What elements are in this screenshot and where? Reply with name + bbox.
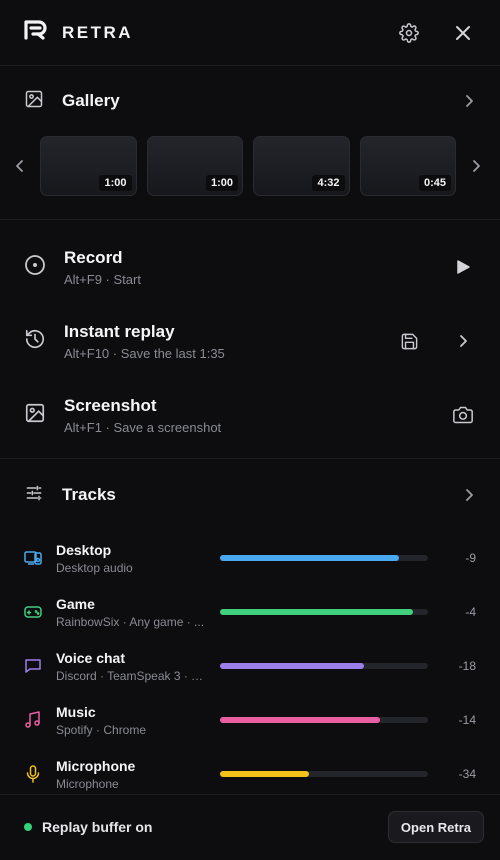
retra-panel: RETRA Gallery 1:00 1:00 4:32 0:45 Record… xyxy=(0,0,500,860)
track-row[interactable]: Music Spotify · Chrome -14 xyxy=(0,693,500,747)
track-row[interactable]: Microphone Microphone -34 xyxy=(0,747,500,801)
footer: Replay buffer on Open Retra xyxy=(0,795,500,859)
app-name: RETRA xyxy=(62,22,134,42)
volume-value: -34 xyxy=(458,767,476,781)
status-indicator xyxy=(24,823,32,831)
save-icon[interactable] xyxy=(396,328,422,354)
open-retra-button[interactable]: Open Retra xyxy=(387,811,484,843)
track-sources: Microphone xyxy=(56,776,119,791)
play-icon[interactable] xyxy=(450,254,476,280)
track-sources: Desktop audio xyxy=(56,560,133,575)
track-name: Voice chat xyxy=(56,649,125,666)
record-subtitle: Alt+F9 · Start xyxy=(64,271,141,287)
volume-level xyxy=(220,555,399,561)
chevron-right-icon[interactable] xyxy=(462,94,476,108)
gallery-clip-thumbnail[interactable]: 4:32 xyxy=(253,136,350,196)
gallery-clip-thumbnail[interactable]: 0:45 xyxy=(359,136,456,196)
instant-replay-title: Instant replay xyxy=(64,321,175,341)
chevron-right-icon[interactable] xyxy=(462,488,476,502)
track-sources: RainbowSix · Any game · ... xyxy=(56,614,205,629)
gallery-clip-thumbnail[interactable]: 1:00 xyxy=(146,136,243,196)
camera-icon[interactable] xyxy=(450,402,476,428)
close-icon[interactable] xyxy=(450,20,476,46)
gallery-title: Gallery xyxy=(62,91,120,110)
volume-level xyxy=(220,663,364,669)
volume-slider[interactable] xyxy=(220,717,428,723)
gallery-header[interactable]: Gallery xyxy=(0,66,500,136)
clip-duration: 1:00 xyxy=(205,175,238,191)
volume-value: -9 xyxy=(465,551,476,565)
volume-level xyxy=(220,771,310,777)
clip-duration: 1:00 xyxy=(99,175,132,191)
track-name: Game xyxy=(56,595,95,612)
gallery-section: Gallery 1:00 1:00 4:32 0:45 xyxy=(0,66,500,220)
chat-icon xyxy=(24,658,42,674)
gallery-prev-button[interactable] xyxy=(0,136,40,196)
gallery-clip-thumbnail[interactable]: 1:00 xyxy=(40,136,137,196)
tracks-section: Tracks Desktop Desktop audio -9 Game Rai… xyxy=(0,459,500,795)
microphone-icon xyxy=(24,765,42,783)
screenshot-subtitle: Alt+F1 · Save a screenshot xyxy=(64,419,222,435)
tracks-header[interactable]: Tracks xyxy=(0,459,500,531)
record-title: Record xyxy=(64,247,123,267)
logo: RETRA xyxy=(24,20,133,45)
track-name: Music xyxy=(56,703,96,720)
volume-slider[interactable] xyxy=(220,609,428,615)
volume-level xyxy=(220,609,414,615)
track-row[interactable]: Game RainbowSix · Any game · ... -4 xyxy=(0,585,500,639)
track-sources: Spotify · Chrome xyxy=(56,722,147,737)
track-sources: Discord · TeamSpeak 3 · T... xyxy=(56,668,206,683)
gallery-thumbnails: 1:00 1:00 4:32 0:45 xyxy=(40,136,456,196)
record-icon xyxy=(24,254,46,281)
history-icon xyxy=(24,328,46,355)
track-name: Desktop xyxy=(56,541,112,558)
screenshot-title: Screenshot xyxy=(64,395,157,415)
screenshot-action[interactable]: Screenshot Alt+F1 · Save a screenshot xyxy=(0,378,500,452)
volume-slider[interactable] xyxy=(220,663,428,669)
capture-actions: Record Alt+F9 · Start Instant replay Alt… xyxy=(0,220,500,459)
replay-buffer-status: Replay buffer on xyxy=(42,819,153,835)
header: RETRA xyxy=(0,0,500,66)
gallery-next-button[interactable] xyxy=(456,136,496,196)
tracks-title: Tracks xyxy=(62,485,116,504)
track-row[interactable]: Desktop Desktop audio -9 xyxy=(0,531,500,585)
desktop-audio-icon xyxy=(24,550,42,566)
gear-icon[interactable] xyxy=(396,20,422,46)
volume-value: -4 xyxy=(465,605,476,619)
gamepad-icon xyxy=(24,604,42,620)
image-icon xyxy=(24,89,44,114)
instant-replay-action[interactable]: Instant replay Alt+F10 · Save the last 1… xyxy=(0,304,500,378)
image-icon xyxy=(24,402,46,429)
volume-level xyxy=(220,717,381,723)
chevron-right-icon[interactable] xyxy=(450,328,476,354)
sliders-icon xyxy=(24,483,44,508)
clip-duration: 4:32 xyxy=(312,175,345,191)
track-row[interactable]: Voice chat Discord · TeamSpeak 3 · T... … xyxy=(0,639,500,693)
record-action[interactable]: Record Alt+F9 · Start xyxy=(0,230,500,304)
clip-duration: 0:45 xyxy=(418,175,451,191)
music-icon xyxy=(24,711,42,729)
volume-value: -18 xyxy=(458,659,476,673)
volume-value: -14 xyxy=(458,713,476,727)
volume-slider[interactable] xyxy=(220,771,428,777)
logo-icon xyxy=(24,20,50,45)
volume-slider[interactable] xyxy=(220,555,428,561)
instant-replay-subtitle: Alt+F10 · Save the last 1:35 xyxy=(64,345,225,361)
track-name: Microphone xyxy=(56,757,136,774)
